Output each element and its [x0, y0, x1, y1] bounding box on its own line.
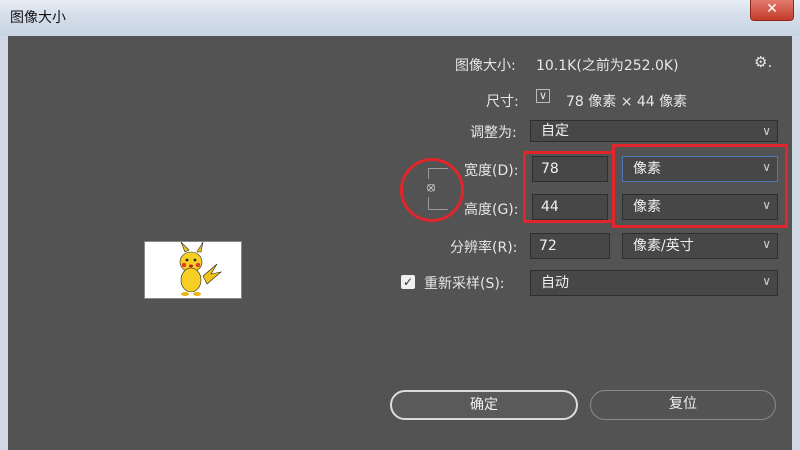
image-size-dialog: 图像大小 ✕ 图像大小: 10.1K(之前为252.0K) ⚙. 尺寸: ∨ 7… — [0, 0, 800, 450]
adjust-to-select[interactable]: 自定 ∨ — [530, 120, 778, 142]
resolution-unit-value: 像素/英寸 — [633, 238, 694, 254]
size-inputs-highlight — [523, 151, 615, 223]
image-size-label: 图像大小: — [455, 58, 516, 74]
chevron-down-icon: ∨ — [762, 237, 771, 251]
dialog-body: 图像大小: 10.1K(之前为252.0K) ⚙. 尺寸: ∨ 78 像素 × … — [8, 36, 792, 450]
resample-select[interactable]: 自动 ∨ — [530, 270, 778, 296]
width-label: 宽度(D): — [464, 163, 519, 179]
adjust-to-value: 自定 — [541, 123, 569, 139]
link-highlight-circle — [400, 158, 464, 222]
dimensions-value: 78 像素 × 44 像素 — [566, 94, 688, 110]
resample-checkbox[interactable]: ✓ — [401, 275, 415, 289]
image-size-value: 10.1K(之前为252.0K) — [536, 58, 679, 74]
resolution-value: 72 — [539, 238, 557, 254]
resample-value: 自动 — [541, 275, 569, 291]
reset-button[interactable]: 复位 — [590, 390, 776, 420]
close-button[interactable]: ✕ — [750, 0, 794, 21]
image-preview — [144, 241, 242, 299]
close-icon: ✕ — [766, 1, 778, 17]
resolution-input[interactable]: 72 — [530, 233, 610, 259]
pikachu-thumbnail — [179, 241, 223, 296]
ok-button-label: 确定 — [470, 397, 498, 413]
dialog-title: 图像大小 — [10, 10, 66, 26]
resolution-unit-select[interactable]: 像素/英寸 ∨ — [622, 233, 778, 259]
reset-button-label: 复位 — [669, 396, 697, 412]
chevron-down-icon: ∨ — [762, 124, 771, 138]
height-label: 高度(G): — [464, 202, 519, 218]
unit-selects-highlight — [612, 144, 788, 228]
ok-button[interactable]: 确定 — [390, 390, 578, 420]
gear-icon[interactable]: ⚙. — [754, 53, 772, 71]
dimensions-label: 尺寸: — [486, 94, 519, 110]
title-bar: 图像大小 ✕ — [0, 0, 800, 36]
resample-label: 重新采样(S): — [424, 276, 505, 292]
chevron-down-icon: ∨ — [762, 274, 771, 288]
adjust-to-label: 调整为: — [470, 125, 517, 141]
resolution-label: 分辨率(R): — [450, 240, 518, 256]
dimensions-dropdown-chevron-icon[interactable]: ∨ — [536, 89, 550, 103]
